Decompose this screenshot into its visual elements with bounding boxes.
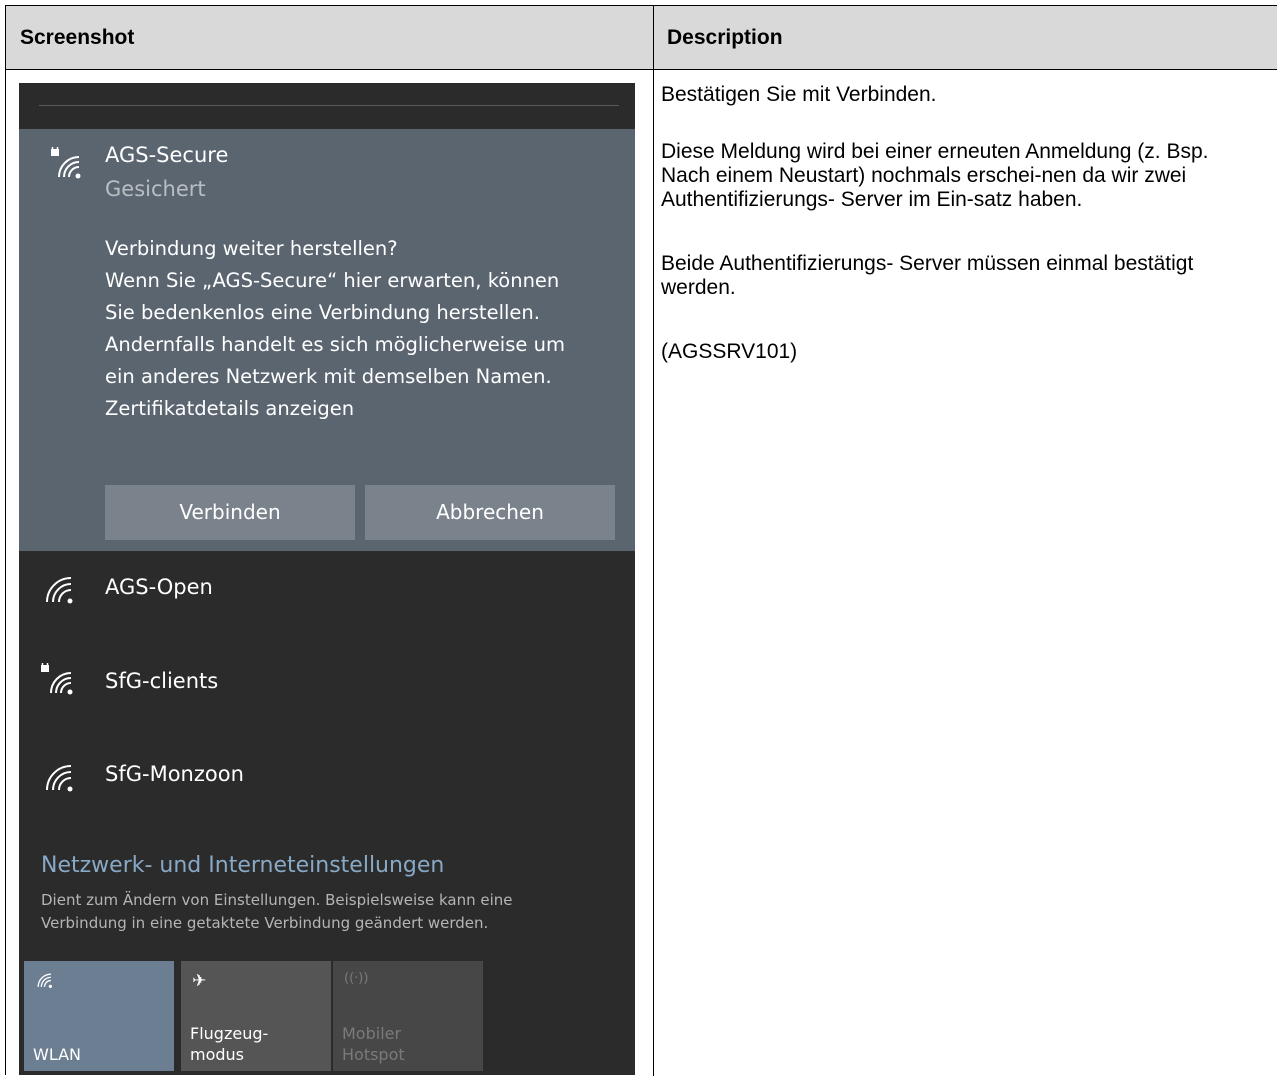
tile-label: WLAN (33, 1045, 82, 1064)
connect-button[interactable]: Verbinden (105, 485, 355, 540)
mobile-hotspot-tile[interactable]: ((·)) Mobiler Hotspot (333, 961, 483, 1071)
connection-prompt: Verbindung weiter herstellen? Wenn Sie „… (105, 233, 625, 425)
wifi-icon (46, 577, 73, 604)
hotspot-icon: ((·)) (344, 971, 369, 986)
header-description: Description (667, 26, 783, 49)
description-paragraph-3: Beide Authentifizierungs- Server müssen … (661, 252, 1194, 299)
description-paragraph-4: (AGSSRV101) (661, 340, 798, 363)
network-item-sfg-monzoon[interactable]: SfG-Monzoon (19, 748, 635, 808)
prompt-line: ein anderes Netzwerk mit demselben Namen… (105, 365, 552, 388)
prompt-line: Wenn Sie „AGS-Secure“ hier erwarten, kön… (105, 269, 560, 292)
description-cell: Bestätigen Sie mit Verbinden. Diese Meld… (661, 83, 1261, 364)
network-status: Gesichert (105, 177, 206, 201)
wifi-secured-icon (41, 663, 73, 695)
network-name: SfG-Monzoon (105, 762, 244, 786)
network-item-ags-open[interactable]: AGS-Open (19, 558, 635, 618)
flyout-separator (39, 105, 619, 106)
tile-label: Mobiler Hotspot (342, 1023, 405, 1065)
tile-label-line: modus (190, 1045, 245, 1064)
wifi-secured-icon (51, 147, 81, 179)
cancel-button[interactable]: Abbrechen (365, 485, 615, 540)
description-paragraph-1: Bestätigen Sie mit Verbinden. (661, 83, 937, 106)
prompt-line: Sie bedenkenlos eine Verbindung herstell… (105, 301, 540, 324)
network-flyout: AGS-Secure Gesichert Verbindung weiter h… (19, 83, 635, 1075)
network-name: SfG-clients (105, 669, 219, 693)
certificate-details-link[interactable]: Zertifikatdetails anzeigen (105, 393, 625, 425)
table-header-row: Screenshot Description (6, 6, 1277, 70)
settings-description-line: Dient zum Ändern von Einstellungen. Beis… (41, 891, 513, 909)
prompt-line: Andernfalls handelt es sich möglicherwei… (105, 333, 565, 356)
network-settings-description: Dient zum Ändern von Einstellungen. Beis… (41, 889, 631, 935)
airplane-icon: ✈ (192, 971, 207, 991)
tile-label: Flugzeug- modus (190, 1023, 268, 1065)
selected-network-panel[interactable]: AGS-Secure Gesichert Verbindung weiter h… (19, 129, 635, 551)
network-settings-link[interactable]: Netzwerk- und Interneteinstellungen (41, 853, 444, 878)
network-name: AGS-Open (105, 575, 213, 599)
wifi-icon (37, 973, 52, 988)
tile-label-line: Hotspot (342, 1045, 405, 1064)
network-item-sfg-clients[interactable]: SfG-clients (19, 653, 635, 713)
network-name: AGS-Secure (105, 143, 229, 167)
tile-label-line: Mobiler (342, 1024, 402, 1043)
wifi-icon (46, 765, 73, 792)
settings-description-line: Verbindung in eine getaktete Verbindung … (41, 914, 489, 932)
column-divider (653, 6, 654, 1076)
document-table: Screenshot Description Bestätigen Sie mi… (5, 5, 1277, 1076)
prompt-line: Verbindung weiter herstellen? (105, 237, 398, 260)
header-screenshot: Screenshot (20, 26, 135, 49)
description-paragraph-2: Diese Meldung wird bei einer erneuten An… (661, 140, 1209, 211)
airplane-mode-tile[interactable]: ✈ Flugzeug- modus (181, 961, 331, 1071)
tile-label-line: Flugzeug- (190, 1024, 269, 1043)
wlan-toggle-tile[interactable]: WLAN (24, 961, 174, 1071)
